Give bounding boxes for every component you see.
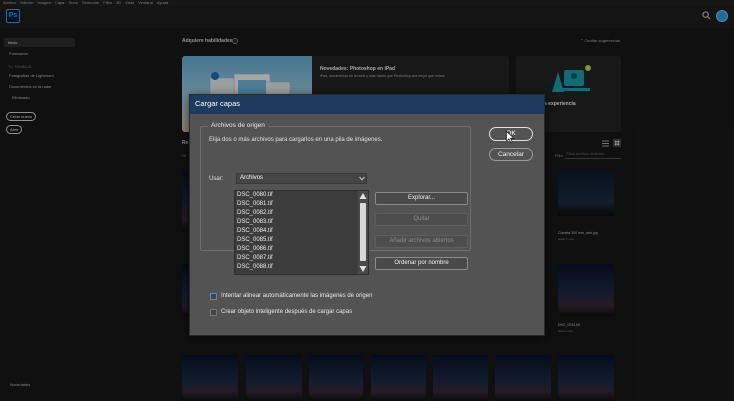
list-item[interactable]: DSC_0088.tif [237,264,273,270]
list-item[interactable]: DSC_0086.tif [237,246,273,252]
file-list[interactable]: DSC_0080.tif DSC_0081.tif DSC_0082.tif D… [234,190,369,275]
list-item[interactable]: DSC_0087.tif [237,255,273,261]
list-item[interactable]: DSC_0085.tif [237,237,273,243]
browse-button[interactable]: Explorar... [375,192,468,205]
smart-object-checkbox[interactable] [210,309,217,316]
use-select[interactable]: Archivos [236,173,367,184]
remove-button[interactable]: Quitar [375,213,468,226]
load-layers-dialog: Cargar capas Archivos de origen Elija do… [189,94,545,336]
list-item[interactable]: DSC_0082.tif [237,210,273,216]
mouse-cursor-icon [506,131,515,143]
use-label: Usar: [209,176,224,182]
scroll-up-arrow-icon[interactable] [359,192,367,200]
list-item[interactable]: DSC_0084.tif [237,228,273,234]
scrollbar-thumb[interactable] [360,203,366,261]
list-item[interactable]: DSC_0081.tif [237,201,273,207]
add-open-files-button[interactable]: Añadir archivos abiertos [375,235,468,248]
source-files-legend: Archivos de origen [208,122,268,129]
source-files-description: Elija dos o más archivos para cargarlos … [209,137,383,143]
auto-align-checkbox[interactable] [210,293,217,300]
sort-by-name-button[interactable]: Ordenar por nombre [375,257,468,270]
smart-object-label: Crear objeto inteligente después de carg… [221,309,353,315]
chevron-down-icon[interactable] [359,176,365,181]
auto-align-label: Intentar alinear automáticamente las imá… [221,293,373,299]
dialog-titlebar[interactable]: Cargar capas [190,95,544,114]
list-item[interactable]: DSC_0080.tif [237,192,273,198]
dialog-title: Cargar capas [195,99,241,108]
scroll-down-arrow-icon[interactable] [359,265,367,273]
cancel-button[interactable]: Cancelar [489,148,533,161]
list-item[interactable]: DSC_0083.tif [237,219,273,225]
